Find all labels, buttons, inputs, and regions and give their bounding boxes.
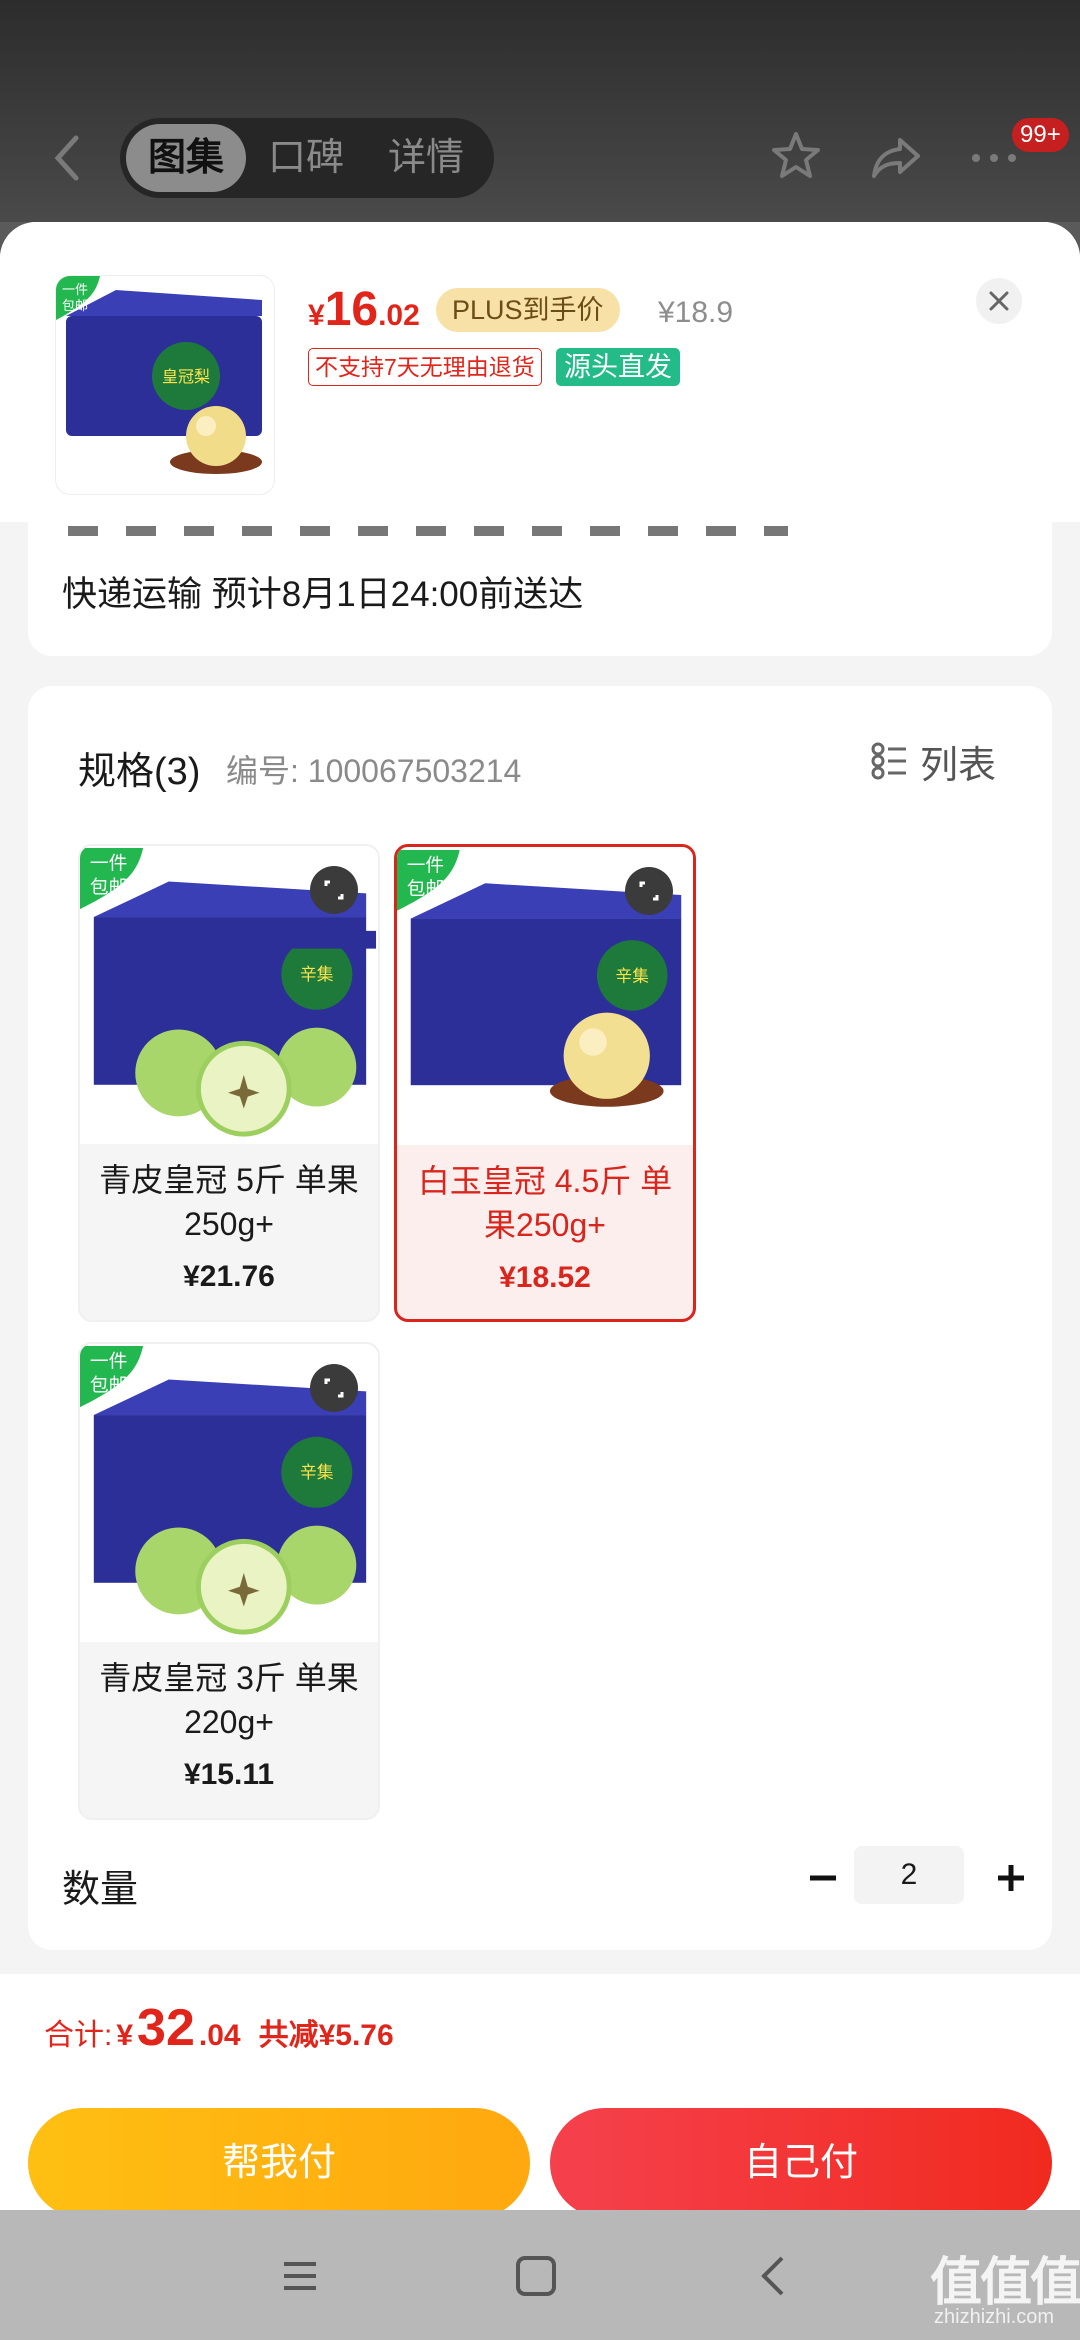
share-icon [872, 138, 920, 178]
price-integer: 16 [324, 283, 379, 336]
list-icon [871, 742, 906, 780]
home-square-icon [516, 2256, 556, 2296]
spec-option-price: ¥18.52 [499, 1261, 591, 1294]
expand-image-button[interactable] [625, 867, 673, 915]
free-ship-tag-line2: 包邮 [90, 877, 127, 898]
product-page-header: 图集 口碑 详情 99+ [0, 0, 1080, 222]
svg-text:皇冠梨: 皇冠梨 [162, 367, 210, 386]
plus-icon [998, 1865, 1024, 1891]
total-label: 合计: [44, 2019, 113, 2052]
order-total: 合计: ¥32.04 共减¥5.76 [44, 1998, 394, 2058]
back-button[interactable] [48, 130, 88, 186]
spec-card: 规格(3) 编号: 100067503214 列表 辛集 一件 包邮 青皮皇冠 … [28, 686, 1052, 1950]
free-ship-tag-line1: 一件 [90, 1352, 127, 1373]
back-chevron-icon [761, 2256, 784, 2296]
free-ship-tag-line1: 一件 [90, 854, 127, 875]
total-symbol: ¥ [116, 2019, 134, 2052]
price-symbol: ¥ [308, 299, 325, 332]
no-return-tag: 不支持7天无理由退货 [308, 348, 542, 386]
product-thumbnail[interactable]: 皇冠梨 一件 包邮 [56, 276, 274, 494]
action-bar: 帮我付 自己付 [0, 2088, 1080, 2210]
free-ship-tag-line1: 一件 [407, 856, 444, 877]
expand-image-button[interactable] [310, 1364, 358, 1412]
clipped-text-row [68, 526, 788, 536]
delivery-estimate: 快递运输 预计8月1日24:00前送达 [62, 575, 584, 614]
free-ship-tag-line1: 一件 [62, 283, 88, 298]
message-badge: 99+ [1012, 118, 1069, 152]
svg-text:辛集: 辛集 [616, 966, 650, 985]
expand-icon [324, 880, 344, 900]
current-price: ¥16.02 [308, 282, 420, 337]
svg-text:辛集: 辛集 [300, 1462, 334, 1482]
free-ship-tag-line2: 包邮 [62, 299, 88, 314]
spec-option-price: ¥15.11 [183, 1758, 275, 1791]
spec-option-name: 青皮皇冠 5斤 单果250g+ [99, 1162, 359, 1242]
total-saving: 共减¥5.76 [258, 2019, 394, 2052]
sku-selector-sheet: 皇冠梨 一件 包邮 ¥16.02 PLUS到手价 ¥18.9 不支持7天无理由退… [0, 222, 1080, 2210]
svg-text:辛集: 辛集 [300, 964, 334, 984]
expand-icon [639, 881, 659, 901]
tab-gallery[interactable]: 图集 [126, 124, 246, 192]
spec-option-name: 白玉皇冠 4.5斤 单果250g+ [417, 1163, 673, 1243]
product-code: 编号: 100067503214 [226, 753, 522, 789]
expand-image-button[interactable] [310, 866, 358, 914]
original-price: ¥18.9 [658, 296, 734, 329]
spec-option-card-selected[interactable]: 辛集 一件 包邮 白玉皇冠 4.5斤 单果250g+ ¥18.52 [394, 844, 696, 1322]
spec-option-price: ¥21.76 [183, 1260, 275, 1293]
star-icon [772, 132, 820, 178]
help-me-pay-button[interactable]: 帮我付 [28, 2108, 530, 2210]
watermark-site: zhizhizhi.com [934, 2306, 1055, 2328]
back-icon [54, 135, 79, 181]
menu-icon [284, 2262, 316, 2290]
system-navigation-bar [0, 2210, 1080, 2340]
spec-option-name: 青皮皇冠 3斤 单果220g+ [99, 1660, 359, 1740]
home-button[interactable] [508, 2248, 564, 2304]
list-view-toggle[interactable]: 列表 [870, 736, 997, 787]
tab-details[interactable]: 详情 [366, 124, 486, 192]
system-back-button[interactable] [746, 2248, 802, 2304]
pear-box-image: 皇冠梨 一件 包邮 [56, 276, 262, 474]
total-integer: 32 [137, 1999, 195, 2057]
order-total-bar: 合计: ¥32.04 共减¥5.76 [0, 1974, 1080, 2088]
gallery-tabs: 图集 口碑 详情 [120, 118, 494, 198]
expand-icon [324, 1378, 344, 1398]
plus-price-tag: PLUS到手价 [436, 288, 620, 332]
favorite-button[interactable] [766, 126, 826, 186]
quantity-decrease-button[interactable] [798, 1850, 848, 1906]
quantity-value[interactable]: 2 [854, 1846, 964, 1904]
share-button[interactable] [866, 126, 926, 186]
close-icon [989, 291, 1009, 311]
shipping-card[interactable]: 快递运输 预计8月1日24:00前送达 [28, 522, 1052, 656]
free-ship-tag-line2: 包邮 [90, 1375, 127, 1396]
quantity-label: 数量 [62, 1869, 139, 1911]
quantity-increase-button[interactable] [986, 1850, 1036, 1906]
free-ship-tag-line2: 包邮 [407, 879, 444, 900]
source-direct-tag: 源头直发 [556, 348, 680, 386]
price-decimal: .02 [378, 299, 420, 332]
watermark-logo: 值值值 [930, 2254, 1080, 2312]
recents-button[interactable] [272, 2248, 328, 2304]
spec-title: 规格(3) [78, 751, 201, 793]
close-button[interactable] [976, 278, 1022, 324]
sheet-header: 皇冠梨 一件 包邮 ¥16.02 PLUS到手价 ¥18.9 不支持7天无理由退… [0, 222, 1080, 522]
list-label: 列表 [920, 744, 997, 787]
minus-icon [810, 1875, 836, 1881]
pay-myself-button[interactable]: 自己付 [550, 2108, 1052, 2210]
total-decimal: .04 [198, 2019, 241, 2052]
spec-option-card[interactable]: 辛集 一件 包邮 青皮皇冠 5斤 单果250g+ ¥21.76 [78, 844, 380, 1322]
tab-reviews[interactable]: 口碑 [246, 124, 366, 192]
spec-option-card[interactable]: 辛集 一件 包邮 青皮皇冠 3斤 单果220g+ ¥15.11 [78, 1342, 380, 1820]
